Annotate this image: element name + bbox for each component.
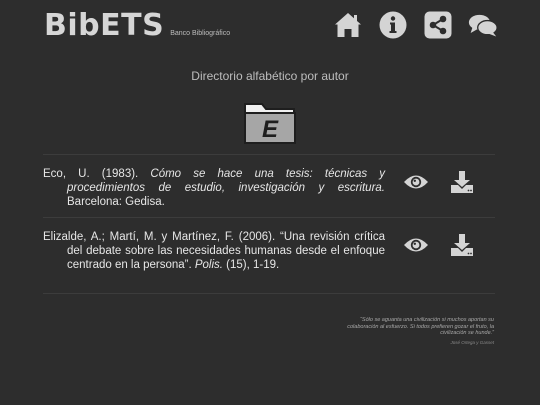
share-icon[interactable]: [423, 10, 453, 40]
header: BibETS Banco Bibliográfico: [0, 0, 540, 50]
quote-text: “Sólo se aguanta una civilización si muc…: [347, 317, 494, 336]
eye-icon[interactable]: [403, 232, 429, 258]
list-item: Eco, U. (1983). Cómo se hace una tesis: …: [43, 154, 495, 217]
quote-author: José Ortega y Gasset: [450, 339, 494, 345]
logo[interactable]: BibETS Banco Bibliográfico: [44, 9, 230, 43]
section-title: Directorio alfabético por autor: [191, 69, 349, 83]
top-nav: [333, 10, 498, 40]
citation: Elizalde, A.; Martí, M. y Martínez, F. (…: [43, 230, 385, 272]
eye-icon[interactable]: [403, 169, 429, 195]
download-icon[interactable]: [449, 169, 475, 195]
comments-icon[interactable]: [468, 10, 498, 40]
logo-subtitle: Banco Bibliográfico: [170, 30, 231, 37]
citation-publisher: Barcelona: Gedisa.: [67, 196, 165, 208]
entry-actions: [403, 232, 475, 258]
citation-issue: (15), 1-19.: [222, 259, 280, 271]
home-icon[interactable]: [333, 10, 363, 40]
entry-actions: [403, 169, 475, 195]
footer-quote: “Sólo se aguanta una civilización si muc…: [346, 317, 494, 346]
citation-authors: Eco, U. (1983).: [43, 168, 151, 180]
download-icon[interactable]: [449, 232, 475, 258]
citation-journal: Polis.: [194, 259, 223, 271]
folder-letter: E: [262, 116, 279, 143]
results-list: Eco, U. (1983). Cómo se hace una tesis: …: [43, 154, 495, 294]
info-icon[interactable]: [378, 10, 408, 40]
list-item: Elizalde, A.; Martí, M. y Martínez, F. (…: [43, 217, 495, 294]
logo-title: BibETS: [44, 8, 165, 43]
citation: Eco, U. (1983). Cómo se hace una tesis: …: [43, 167, 385, 209]
folder-icon: E: [242, 98, 298, 146]
